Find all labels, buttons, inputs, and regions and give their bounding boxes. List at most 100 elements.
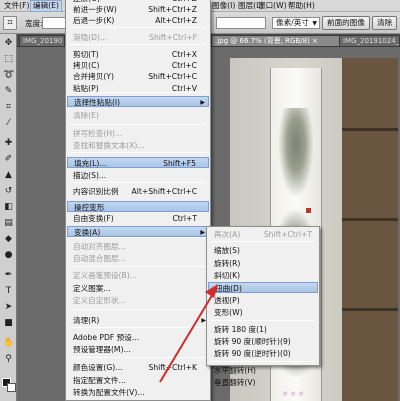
edit-menu-item[interactable]: 填充(L)... Shift+F5: [67, 157, 209, 168]
menu-item-label: 清理(R): [73, 316, 100, 325]
crop-tool-icon[interactable]: ⌗: [3, 16, 17, 30]
clear-button[interactable]: 清除: [372, 16, 398, 30]
document-tab-1[interactable]: IMG_20190: [19, 35, 65, 47]
menu-file[interactable]: 文件(F): [4, 1, 29, 11]
path-select-tool-icon[interactable]: ➤: [3, 302, 14, 313]
healing-brush-tool-icon[interactable]: ✚: [3, 138, 14, 149]
edit-menu-item[interactable]: 合并拷贝(Y) Shift+Ctrl+C: [67, 71, 209, 82]
menu-item-shortcut: Ctrl+C: [171, 61, 197, 70]
document-tab-active[interactable]: .jpg @ 66.7% (背景, RGB/8) ×: [211, 35, 359, 47]
menu-item-label: 清除(E): [73, 111, 99, 120]
menu-item-label: 垂直翻转(V): [214, 378, 256, 387]
menu-image[interactable]: 图像(I): [212, 1, 235, 11]
menu-item-label: 转换为配置文件(V)...: [73, 388, 145, 397]
photo-shelf-edge: [342, 128, 398, 131]
edit-menu-item[interactable]: 定义自定形状...: [67, 295, 209, 306]
menu-item-label: 自由变换(F): [73, 214, 114, 223]
edit-menu-item[interactable]: 前进一步(W) Shift+Ctrl+Z: [67, 4, 209, 15]
brush-tool-icon[interactable]: ✐: [3, 154, 14, 165]
transform-menu-item[interactable]: 再次(A) Shift+Ctrl+T: [208, 229, 318, 240]
edit-menu-item[interactable]: 清除(E): [67, 110, 209, 121]
edit-menu-item[interactable]: 选择性粘贴(I) ▶: [67, 96, 209, 107]
transform-menu-item[interactable]: 透视(P): [208, 295, 318, 306]
menu-item-label: 自动对齐图层...: [73, 242, 126, 251]
transform-menu-item[interactable]: 斜切(K): [208, 270, 318, 281]
photo-shelf: [342, 58, 398, 401]
blur-tool-icon[interactable]: ◆: [3, 234, 14, 245]
gradient-tool-icon[interactable]: ▤: [3, 218, 14, 229]
unit-select[interactable]: 像素/英寸 ▼: [272, 17, 320, 29]
edit-menu-item[interactable]: 粘贴(P) Ctrl+V: [67, 83, 209, 94]
chevron-down-icon: ▼: [312, 20, 317, 27]
transform-menu-item[interactable]: 旋转 90 度(逆时针)(0): [208, 348, 318, 359]
edit-menu-item[interactable]: 查找和替换文本(X)...: [67, 140, 209, 151]
edit-menu-item[interactable]: 描边(S)...: [67, 170, 209, 181]
menu-separator: [70, 309, 206, 310]
edit-menu-item[interactable]: 转换为配置文件(V)...: [67, 387, 209, 398]
transform-menu-item[interactable]: 扭曲(D): [208, 282, 318, 293]
menu-separator: [70, 357, 206, 358]
edit-menu-item[interactable]: 操控变形: [67, 201, 209, 212]
menu-item-label: 透视(P): [214, 296, 240, 305]
edit-menu-item[interactable]: 渐隐(D)... Shift+Ctrl+F: [67, 32, 209, 43]
edit-menu-item[interactable]: 内容识别比例 Alt+Shift+Ctrl+C: [67, 186, 209, 197]
edit-menu-item[interactable]: 变换(A) ▶: [67, 226, 209, 237]
menu-item-label: 合并拷贝(Y): [73, 72, 114, 81]
menu-item-label: 拼写检查(H)...: [73, 129, 123, 138]
marquee-tool-icon[interactable]: ⬚: [3, 54, 14, 65]
edit-menu-item[interactable]: 拷贝(C) Ctrl+C: [67, 60, 209, 71]
pen-tool-icon[interactable]: ✒: [3, 270, 14, 281]
lasso-tool-icon[interactable]: ➰: [3, 70, 14, 81]
edit-menu-item[interactable]: Adobe PDF 预设...: [67, 332, 209, 343]
move-tool-icon[interactable]: ✥: [3, 38, 14, 49]
menu-item-label: 选择性粘贴(I): [74, 98, 121, 107]
menu-item-label: 水平翻转(H): [214, 366, 257, 375]
transform-menu-item[interactable]: 垂直翻转(V): [208, 377, 318, 388]
hand-tool-icon[interactable]: ✋: [3, 338, 14, 349]
zoom-tool-icon[interactable]: ⚲: [3, 354, 14, 365]
edit-menu-item[interactable]: 自由变换(F) Ctrl+T: [67, 213, 209, 224]
menu-item-shortcut: Ctrl+T: [172, 214, 197, 223]
type-tool-icon[interactable]: T: [3, 286, 14, 297]
menu-separator: [70, 327, 206, 328]
transform-menu-item[interactable]: 旋转 180 度(1): [208, 324, 318, 335]
menu-item-label: 定义自定形状...: [73, 296, 126, 305]
edit-menu-item[interactable]: 定义画笔预设(B)...: [67, 270, 209, 281]
edit-menu-item[interactable]: 预设管理器(M)...: [67, 344, 209, 355]
menu-item-shortcut: Alt+Shift+Ctrl+C: [131, 187, 197, 196]
background-color-swatch[interactable]: [7, 383, 16, 392]
document-tab-3[interactable]: IMG_20191024_16: [339, 35, 400, 47]
menu-item-label: 后退一步(K): [73, 16, 115, 25]
menu-item-label: 剪切(T): [73, 50, 99, 59]
transform-menu-item[interactable]: 缩放(S): [208, 245, 318, 256]
edit-menu-item[interactable]: 定义图案...: [67, 283, 209, 294]
resolution-input[interactable]: [216, 17, 266, 29]
eyedropper-tool-icon[interactable]: ⁄: [3, 118, 14, 129]
stamp-tool-icon[interactable]: ▲: [3, 170, 14, 181]
eraser-tool-icon[interactable]: ◧: [3, 202, 14, 213]
transform-menu-item[interactable]: 旋转(R): [208, 258, 318, 269]
edit-menu-item[interactable]: 清理(R) ▶: [67, 315, 209, 326]
edit-menu-item[interactable]: 拼写检查(H)...: [67, 128, 209, 139]
edit-menu-item[interactable]: 剪切(T) Ctrl+X: [67, 49, 209, 60]
transform-menu-item[interactable]: 水平翻转(H): [208, 365, 318, 376]
menu-item-label: 斜切(K): [214, 271, 241, 280]
edit-menu-item[interactable]: 自动对齐图层...: [67, 241, 209, 252]
dodge-tool-icon[interactable]: ●: [3, 250, 14, 261]
edit-menu-item[interactable]: 颜色设置(G)... Shift+Ctrl+K: [67, 362, 209, 373]
transform-menu-item[interactable]: 旋转 90 度(顺时针)(9): [208, 336, 318, 347]
menu-edit[interactable]: 编辑(E): [30, 0, 62, 12]
front-image-button[interactable]: 前面的图像: [322, 16, 370, 30]
menu-item-label: 粘贴(P): [73, 84, 99, 93]
edit-menu-item[interactable]: 自动混合图层...: [67, 253, 209, 264]
edit-menu-item[interactable]: 后退一步(K) Alt+Ctrl+Z: [67, 15, 209, 26]
crop-icon[interactable]: ⌗: [3, 102, 14, 113]
menu-separator: [70, 44, 206, 45]
shape-tool-icon[interactable]: ■: [3, 318, 14, 329]
menu-window[interactable]: 窗口(W): [258, 1, 287, 11]
quick-select-tool-icon[interactable]: ✎: [3, 86, 14, 97]
transform-menu-item[interactable]: 变形(W): [208, 307, 318, 318]
menu-help[interactable]: 帮助(H): [288, 1, 315, 11]
history-brush-tool-icon[interactable]: ↺: [3, 186, 14, 197]
edit-menu-item[interactable]: 指定配置文件...: [67, 375, 209, 386]
